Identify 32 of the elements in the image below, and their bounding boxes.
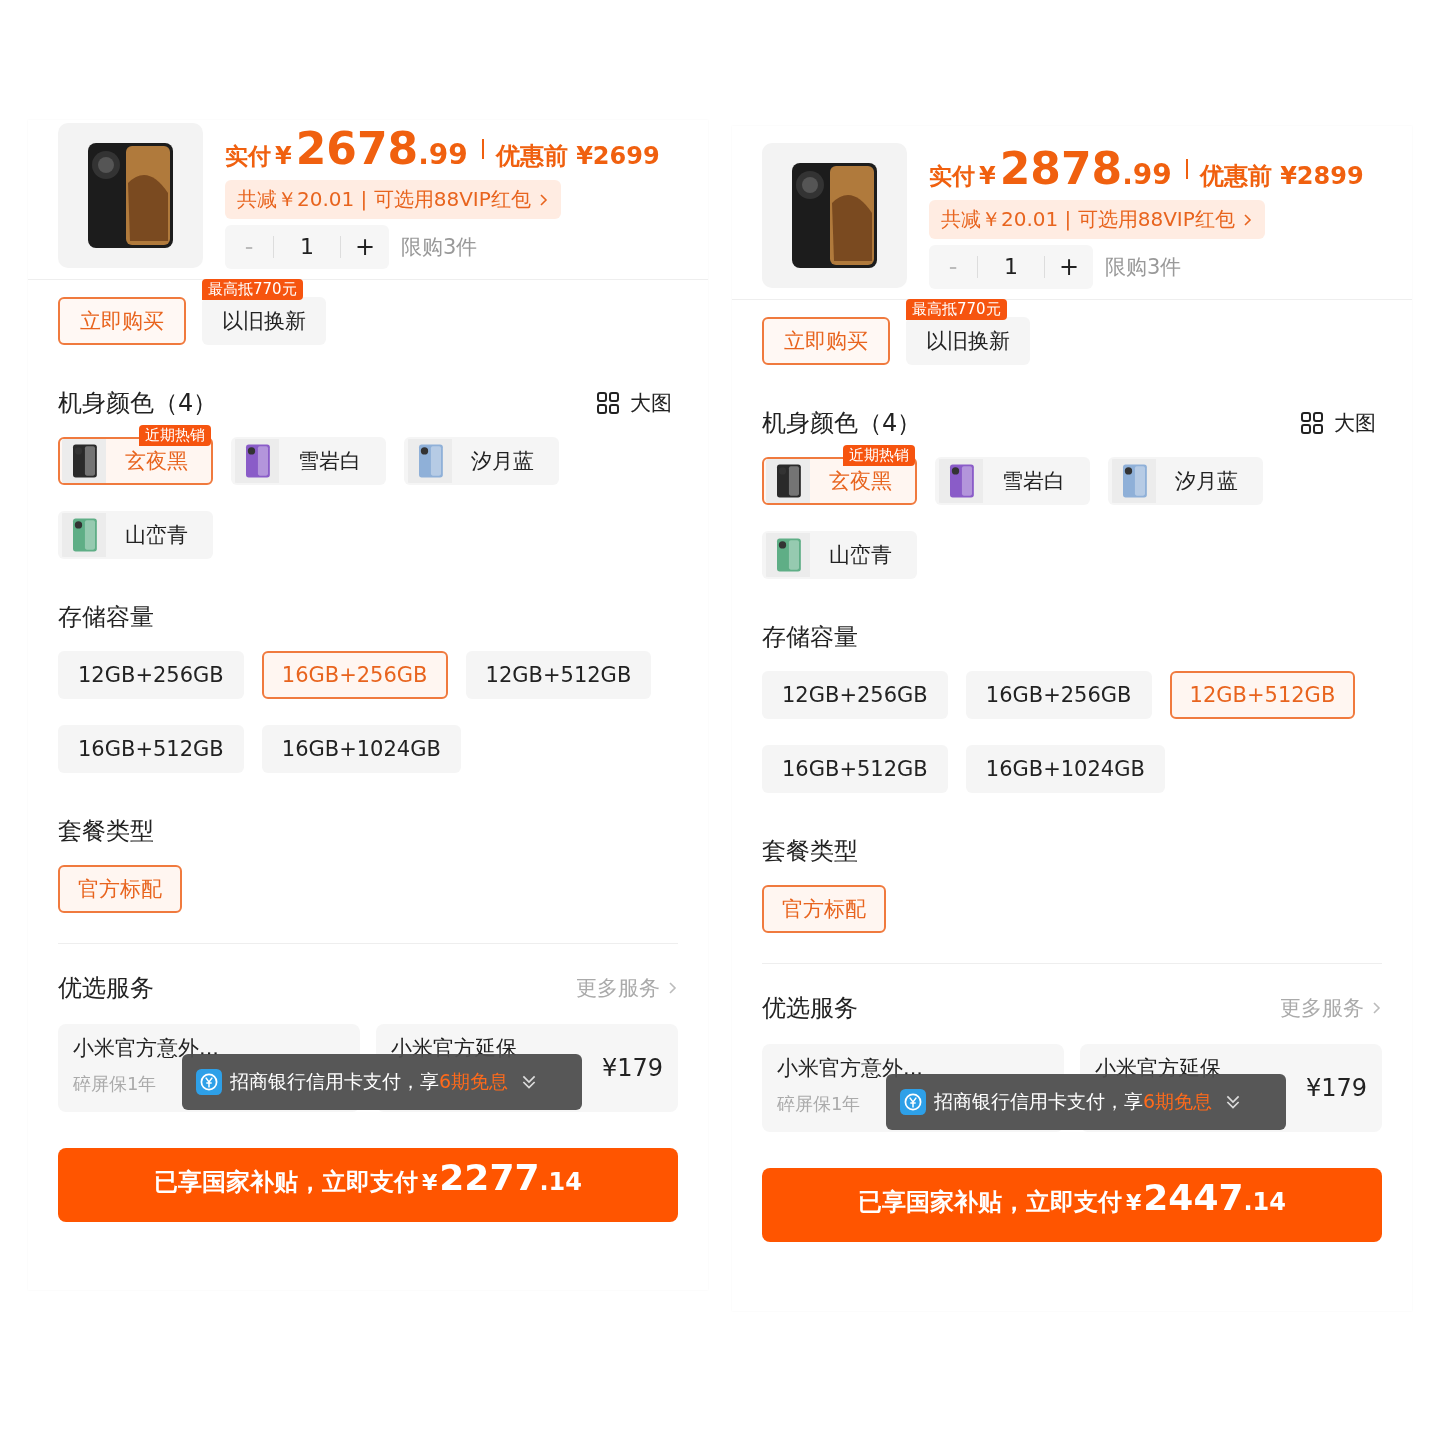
- section-title: 机身颜色（4）: [58, 388, 218, 419]
- quantity-value: 1: [273, 236, 341, 258]
- section-title: 机身颜色（4）: [762, 408, 922, 439]
- original-price: 优惠前 ¥2899: [1199, 161, 1364, 192]
- promo-badge: 最高抵770元: [202, 279, 303, 300]
- section-title: 套餐类型: [58, 816, 154, 847]
- toast-text: 招商银行信用卡支付，享6期免息: [230, 1069, 509, 1094]
- section-title: 优选服务: [58, 973, 154, 1004]
- pay-label: 实付: [929, 162, 975, 191]
- service-price: ¥179: [1305, 1074, 1367, 1102]
- section-title: 存储容量: [58, 602, 154, 633]
- purchase-limit: 限购3件: [1105, 254, 1182, 281]
- section-title: 套餐类型: [762, 836, 858, 867]
- quantity-value: 1: [977, 256, 1045, 278]
- purchase-limit: 限购3件: [401, 234, 478, 261]
- hot-badge: 近期热销: [843, 445, 915, 466]
- toast-text: 招商银行信用卡支付，享6期免息: [934, 1089, 1213, 1114]
- section-title: 存储容量: [762, 622, 858, 653]
- section-title: 优选服务: [762, 993, 858, 1024]
- currency-sign: ¥: [275, 142, 292, 170]
- price-decimal: .99: [1122, 158, 1172, 191]
- service-term: 碎屏保1年: [73, 1072, 157, 1096]
- service-term: 碎屏保1年: [777, 1092, 861, 1116]
- price-integer: 2678: [295, 123, 419, 174]
- currency-sign: ¥: [979, 162, 996, 190]
- price-integer: 2878: [999, 143, 1123, 194]
- hot-badge: 近期热销: [139, 425, 211, 446]
- promo-badge: 最高抵770元: [906, 299, 1007, 320]
- pay-label: 实付: [225, 142, 271, 171]
- service-price: ¥179: [601, 1054, 663, 1082]
- price-decimal: .99: [418, 138, 468, 171]
- original-price: 优惠前 ¥2699: [495, 141, 660, 172]
